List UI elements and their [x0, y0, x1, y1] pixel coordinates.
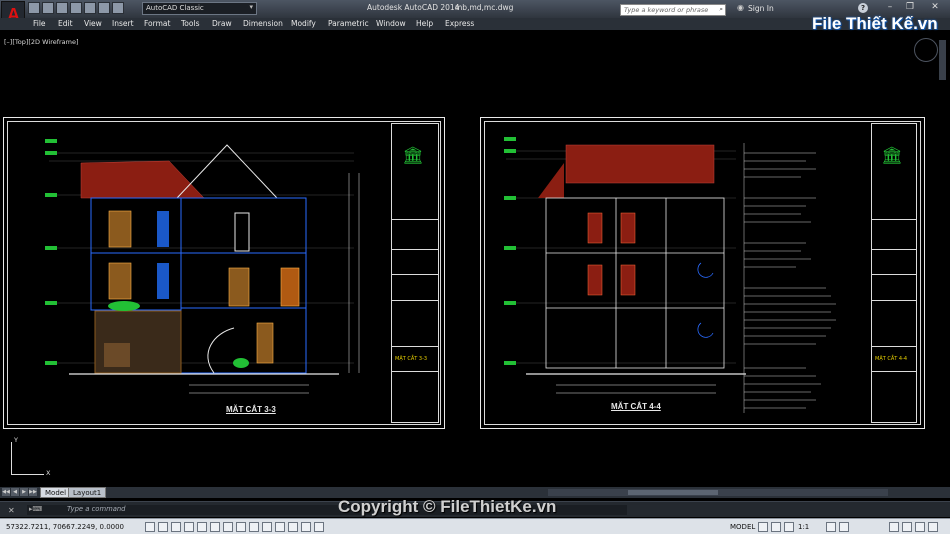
- menu-modify[interactable]: Modify: [291, 19, 316, 28]
- ucs-x-label: X: [46, 469, 51, 477]
- object-snap-tracking-icon[interactable]: [236, 522, 246, 532]
- tab-layout1[interactable]: Layout1: [68, 487, 107, 498]
- help-icon[interactable]: ?: [858, 3, 868, 13]
- drawing-sheet-left: MẶT CẮT 3-3 🏛 MẶT CẮT 3-3: [3, 117, 445, 429]
- isolate-objects-icon[interactable]: [915, 522, 925, 532]
- snap-mode-icon[interactable]: [158, 522, 168, 532]
- dynamic-ucs-icon[interactable]: [249, 522, 259, 532]
- menu-help[interactable]: Help: [416, 19, 433, 28]
- grid-display-icon[interactable]: [171, 522, 181, 532]
- open-icon[interactable]: [42, 2, 54, 14]
- undo-icon[interactable]: [98, 2, 110, 14]
- title-block-left: 🏛 MẶT CẮT 3-3: [391, 123, 439, 423]
- menu-file[interactable]: File: [33, 19, 46, 28]
- app-title: Autodesk AutoCAD 2014: [367, 3, 460, 12]
- dynamic-input-icon[interactable]: [262, 522, 272, 532]
- horizontal-scrollbar[interactable]: [548, 489, 888, 496]
- lineweight-icon[interactable]: [275, 522, 285, 532]
- file-title: mb,md,mc.dwg: [455, 3, 514, 12]
- save-as-icon[interactable]: [70, 2, 82, 14]
- menu-view[interactable]: View: [84, 19, 102, 28]
- coordinate-readout: 57322.7211, 70667.2249, 0.0000: [6, 523, 125, 531]
- menu-parametric[interactable]: Parametric: [328, 19, 369, 28]
- quick-properties-icon[interactable]: [301, 522, 311, 532]
- tab-model[interactable]: Model: [40, 487, 72, 498]
- user-icon: ◉: [737, 3, 744, 12]
- close-icon[interactable]: ✕: [8, 506, 15, 515]
- title-bar: A AutoCAD Classic ▾ Autodesk AutoCAD 201…: [0, 0, 950, 31]
- quick-view-drawings-icon[interactable]: [771, 522, 781, 532]
- company-logo-icon: 🏛: [881, 146, 903, 166]
- infer-constraints-icon[interactable]: [145, 522, 155, 532]
- section-caption-left: MẶT CẮT 3-3: [226, 405, 276, 414]
- model-space-button[interactable]: MODEL: [730, 523, 755, 531]
- ucs-y-axis: [11, 442, 12, 475]
- quick-access-toolbar: [28, 2, 124, 14]
- brand-logo-text: File Thiết Kế.vn: [812, 14, 938, 33]
- menu-draw[interactable]: Draw: [212, 19, 232, 28]
- clean-screen-icon[interactable]: [928, 522, 938, 532]
- title-block-label-right: MẶT CẮT 4-4: [875, 356, 908, 362]
- section-caption-right: MẶT CẮT 4-4: [611, 402, 661, 411]
- annotation-visibility-icon[interactable]: [826, 522, 836, 532]
- menu-insert[interactable]: Insert: [112, 19, 134, 28]
- workspace-switching-icon[interactable]: [839, 522, 849, 532]
- menu-bar: File Edit View Insert Format Tools Draw …: [0, 18, 950, 30]
- selection-cycling-icon[interactable]: [314, 522, 324, 532]
- quick-view-layouts-icon[interactable]: [758, 522, 768, 532]
- help-search-input[interactable]: Type a keyword or phrase ⌕: [620, 4, 726, 16]
- section-4-4-drawing: [504, 137, 836, 413]
- navigation-bar[interactable]: [939, 40, 946, 80]
- annotation-scale-icon[interactable]: [784, 522, 794, 532]
- viewport-controls[interactable]: [–][Top][2D Wireframe]: [4, 38, 79, 46]
- transparency-icon[interactable]: [288, 522, 298, 532]
- ucs-y-label: Y: [14, 436, 18, 444]
- search-icon[interactable]: ⌕: [719, 5, 723, 14]
- tab-next-button[interactable]: ▶: [20, 488, 28, 496]
- sign-in-button[interactable]: Sign In: [748, 4, 774, 13]
- redo-icon[interactable]: [112, 2, 124, 14]
- object-snap-icon[interactable]: [210, 522, 220, 532]
- new-icon[interactable]: [28, 2, 40, 14]
- command-prompt-icon: ▸⌨: [29, 505, 43, 513]
- polar-tracking-icon[interactable]: [197, 522, 207, 532]
- tab-prev-button[interactable]: ◀: [11, 488, 19, 496]
- menu-dimension[interactable]: Dimension: [243, 19, 283, 28]
- menu-window[interactable]: Window: [376, 19, 406, 28]
- hardware-acceleration-icon[interactable]: [902, 522, 912, 532]
- scrollbar-thumb[interactable]: [628, 490, 718, 495]
- workspace-value: AutoCAD Classic: [146, 4, 204, 12]
- viewcube-icon[interactable]: [914, 38, 938, 62]
- workspace-select[interactable]: AutoCAD Classic ▾: [142, 2, 257, 15]
- ortho-mode-icon[interactable]: [184, 522, 194, 532]
- status-bar: 57322.7211, 70667.2249, 0.0000 MODEL 1:1: [0, 518, 950, 534]
- title-block-label-left: MẶT CẮT 3-3: [395, 356, 428, 362]
- title-block-right: 🏛 MẶT CẮT 4-4: [871, 123, 917, 423]
- annotation-scale-value[interactable]: 1:1: [798, 523, 809, 531]
- lock-icon[interactable]: [889, 522, 899, 532]
- menu-tools[interactable]: Tools: [181, 19, 199, 28]
- ucs-x-axis: [11, 474, 44, 475]
- menu-format[interactable]: Format: [144, 19, 170, 28]
- drawing-sheet-right: MẶT CẮT 4-4 🏛 MẶT CẮT 4-4: [480, 117, 925, 429]
- 3d-object-snap-icon[interactable]: [223, 522, 233, 532]
- search-placeholder: Type a keyword or phrase: [624, 6, 709, 14]
- section-3-3-drawing: [45, 139, 360, 394]
- chevron-down-icon: ▾: [249, 3, 253, 11]
- menu-edit[interactable]: Edit: [58, 19, 73, 28]
- company-logo-icon: 🏛: [402, 146, 424, 166]
- menu-express[interactable]: Express: [445, 19, 474, 28]
- save-icon[interactable]: [56, 2, 68, 14]
- tab-first-button[interactable]: ◀◀: [2, 488, 10, 496]
- copyright-watermark: Copyright © FileThietKe.vn: [338, 497, 557, 516]
- tab-last-button[interactable]: ▶▶: [29, 488, 37, 496]
- command-placeholder: Type a command: [67, 505, 126, 513]
- plot-icon[interactable]: [84, 2, 96, 14]
